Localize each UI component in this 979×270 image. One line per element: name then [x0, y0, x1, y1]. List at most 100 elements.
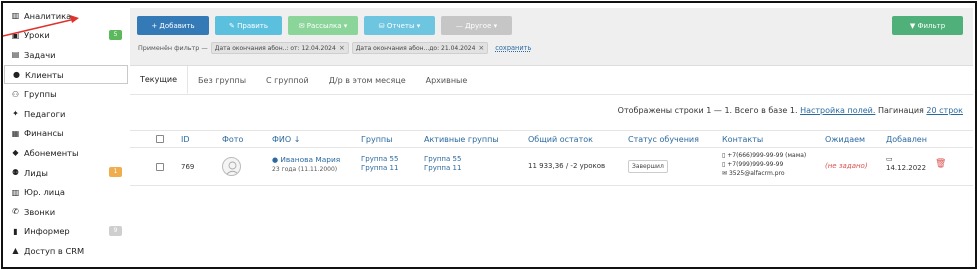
sidebar-item-8[interactable]: ⚉ Лиды 1: [4, 163, 128, 183]
close-icon[interactable]: ×: [478, 44, 484, 52]
avatar: [222, 157, 241, 176]
group-icon: ⚇: [11, 89, 20, 99]
sidebar-item-5[interactable]: ✦ Педагоги: [4, 104, 128, 124]
tag-icon: ◆: [12, 148, 19, 158]
sidebar-item-10[interactable]: ✆ Звонки: [4, 202, 128, 222]
client-age: 23 года (11.11.2000): [272, 166, 338, 173]
applied-filter-label: Применён фильтр —: [138, 44, 208, 52]
header-balance[interactable]: Общий остаток: [528, 135, 593, 144]
group-link[interactable]: Группа 55: [361, 155, 398, 163]
phone-icon: ✆: [12, 207, 19, 217]
add-button[interactable]: + Добавить: [137, 16, 209, 35]
tab-with-group[interactable]: С группой: [256, 66, 319, 94]
tasks-icon: ▤: [11, 50, 20, 60]
filter-button[interactable]: ▼ Фильтр: [892, 16, 963, 35]
sidebar-item-6[interactable]: ▦ Финансы: [4, 124, 128, 144]
close-icon[interactable]: ×: [339, 44, 345, 52]
user-icon: ●: [13, 70, 20, 80]
sidebar-item-0[interactable]: ▥ Аналитика: [4, 6, 128, 26]
phone-icon: ▯: [722, 161, 726, 168]
sidebar-item-9[interactable]: ▥ Юр. лица: [4, 182, 128, 202]
column-settings-link[interactable]: Настройка полей.: [800, 106, 875, 115]
client-balance: 11 933,36 / -2 уроков: [528, 162, 606, 170]
teacher-icon: ✦: [12, 109, 19, 119]
sidebar-item-2[interactable]: ▤ Задачи: [4, 45, 128, 65]
header-status[interactable]: Статус обучения: [628, 135, 699, 144]
calendar-icon: ▭: [886, 155, 893, 163]
added-date: 14.12.2022: [886, 164, 927, 172]
contact-phone-1-text: +7(666)999-99-99 (мама): [727, 152, 807, 159]
pagination-select[interactable]: 20 строк: [926, 106, 963, 115]
sidebar-item-12[interactable]: ▲ Доступ в CRM: [4, 241, 128, 261]
header-contacts[interactable]: Контакты: [722, 135, 763, 144]
calendar-icon: ▣: [11, 30, 20, 40]
sidebar-item-4[interactable]: ⚇ Группы: [4, 84, 128, 104]
count-badge: 1: [109, 166, 122, 177]
status-badge: Завершил: [628, 160, 668, 173]
sidebar-item-label: Информер: [24, 226, 70, 237]
header-groups[interactable]: Группы: [361, 135, 392, 144]
dashboard-icon: ▥: [11, 11, 20, 21]
group-link[interactable]: Группа 11: [361, 164, 398, 172]
header-active-groups[interactable]: Активные группы: [424, 135, 499, 144]
delete-icon[interactable]: 🗑: [935, 159, 946, 169]
filter-chip-from[interactable]: Дата окончания абон..: от: 12.04.2024 ×: [210, 42, 349, 54]
header-photo[interactable]: Фото: [222, 135, 243, 144]
header-expected[interactable]: Ожидаем: [825, 135, 865, 144]
sidebar-item-3[interactable]: ● Клиенты: [4, 64, 128, 85]
sidebar-item-label: Аналитика: [24, 10, 72, 21]
clients-panel: Текущие Без группы С группой Д/р в этом …: [130, 65, 973, 214]
tab-divider: [130, 94, 973, 95]
sidebar-item-11[interactable]: ▮ Информер 9: [4, 222, 128, 242]
sidebar-item-label: Абонементы: [24, 147, 79, 158]
header-id[interactable]: ID: [181, 135, 190, 144]
contact-email: ✉ 3525@alfacrm.pro: [722, 170, 785, 177]
contact-phone-2: ▯ +7(999)999-99-99: [722, 161, 783, 168]
tab-birthdays[interactable]: Д/р в этом месяце: [319, 66, 416, 94]
sidebar-item-label: Уроки: [24, 30, 50, 41]
sidebar-item-label: Задачи: [24, 49, 56, 60]
tab-current[interactable]: Текущие: [130, 66, 189, 94]
tab-archived[interactable]: Архивные: [416, 66, 478, 94]
contact-phone-1: ▯ +7(666)999-99-99 (мама): [722, 152, 806, 159]
sidebar-item-label: Группы: [24, 89, 57, 100]
applied-filters-bar: Применён фильтр — Дата окончания абон..:…: [138, 42, 531, 54]
client-id: 769: [181, 163, 195, 171]
building-icon: ▥: [11, 187, 20, 197]
sidebar: ▥ Аналитика ▣ Уроки 5 ▤ Задачи ● Клиенты ⚇ Группы ✦…: [4, 6, 128, 261]
sidebar-item-1[interactable]: ▣ Уроки 5: [4, 26, 128, 46]
tab-no-group[interactable]: Без группы: [188, 66, 256, 94]
count-badge: 5: [109, 29, 122, 40]
active-group-link[interactable]: Группа 55: [424, 155, 461, 163]
table-header: ID Фото ФИО ↓ Группы Активные группы Общ…: [130, 130, 973, 148]
client-name-link[interactable]: Иванова Мария: [280, 155, 340, 164]
table-row[interactable]: 769 ● Иванова Мария 23 года (11.11.2000)…: [130, 148, 973, 186]
select-all-checkbox[interactable]: [156, 135, 164, 143]
user-icon: ●: [272, 156, 279, 164]
sidebar-item-label: Доступ в CRM: [24, 245, 85, 256]
leads-icon: ⚉: [11, 168, 20, 178]
other-dropdown-button[interactable]: — Другое ▾: [441, 16, 512, 35]
tab-bar: Текущие Без группы С группой Д/р в этом …: [130, 66, 477, 94]
header-name[interactable]: ФИО ↓: [272, 135, 300, 144]
active-group-link[interactable]: Группа 11: [424, 164, 461, 172]
email-icon: ✉: [722, 170, 728, 177]
save-filter-link[interactable]: сохранить: [495, 44, 531, 52]
sidebar-item-7[interactable]: ◆ Абонементы: [4, 143, 128, 163]
contact-phone-2-text: +7(999)999-99-99: [727, 161, 784, 168]
filter-chip-label: Дата окончания абон...до: 21.04.2024: [355, 44, 476, 52]
contact-email-text: 3525@alfacrm.pro: [728, 170, 785, 177]
main-content: + Добавить ✎ Править ✉ Рассылка ▾ ⛁ Отче…: [130, 8, 973, 214]
sidebar-item-label: Звонки: [24, 206, 56, 217]
sidebar-item-label: Финансы: [24, 128, 64, 139]
edit-button[interactable]: ✎ Править: [215, 16, 282, 35]
pagination-label: Пагинация: [877, 106, 924, 115]
client-name-cell: ● Иванова Мария: [272, 155, 340, 164]
mailing-dropdown-button[interactable]: ✉ Рассылка ▾: [288, 16, 358, 35]
header-added[interactable]: Добавлен: [886, 135, 927, 144]
filter-chip-to[interactable]: Дата окончания абон...до: 21.04.2024 ×: [351, 42, 489, 54]
reports-dropdown-button[interactable]: ⛁ Отчеты ▾: [364, 16, 435, 35]
rows-summary-text: Отображены строки 1 — 1. Всего в базе 1.: [617, 106, 798, 115]
row-checkbox[interactable]: [156, 163, 164, 171]
avatar-placeholder-icon: [225, 161, 240, 175]
